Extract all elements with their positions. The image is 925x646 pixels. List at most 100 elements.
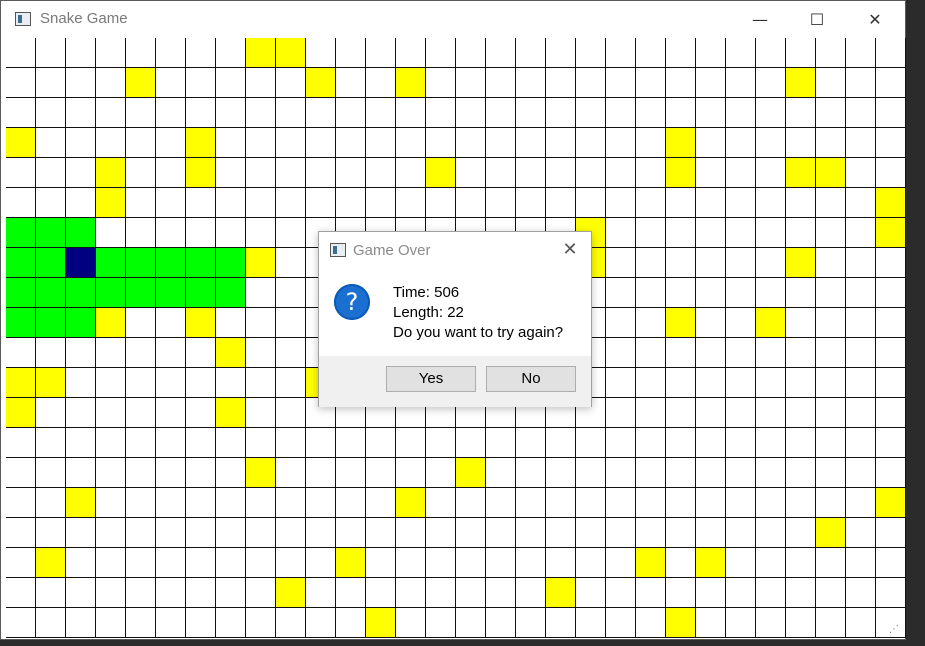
- food-cell: [186, 128, 216, 158]
- food-cell: [336, 548, 366, 578]
- food-cell: [426, 158, 456, 188]
- grid-line: [275, 38, 276, 638]
- grid-line: [185, 38, 186, 638]
- app-icon: [15, 12, 31, 26]
- snake-body-cell: [156, 278, 186, 308]
- try-again-prompt: Do you want to try again?: [393, 324, 564, 341]
- title-bar[interactable]: Snake Game — ☐ ✕: [1, 1, 905, 38]
- snake-body-cell: [96, 248, 126, 278]
- snake-body-cell: [216, 278, 246, 308]
- grid-line: [845, 38, 846, 638]
- food-cell: [666, 308, 696, 338]
- food-cell: [546, 578, 576, 608]
- no-button[interactable]: No: [486, 366, 576, 392]
- food-cell: [816, 518, 846, 548]
- food-cell: [786, 248, 816, 278]
- snake-body-cell: [186, 248, 216, 278]
- grid-line: [725, 38, 726, 638]
- dialog-app-icon: [330, 243, 346, 257]
- grid-line: [785, 38, 786, 638]
- snake-body-cell: [186, 278, 216, 308]
- food-cell: [666, 158, 696, 188]
- grid-line: [6, 97, 906, 98]
- grid-line: [755, 38, 756, 638]
- snake-body-cell: [36, 248, 66, 278]
- snake-body-cell: [6, 308, 36, 338]
- grid-line: [6, 517, 906, 518]
- grid-line: [305, 38, 306, 638]
- food-cell: [636, 548, 666, 578]
- food-cell: [666, 608, 696, 638]
- grid-line: [6, 127, 906, 128]
- snake-body-cell: [6, 248, 36, 278]
- snake-body-cell: [6, 278, 36, 308]
- grid-line: [815, 38, 816, 638]
- food-cell: [186, 158, 216, 188]
- food-cell: [36, 548, 66, 578]
- food-cell: [666, 128, 696, 158]
- snake-body-cell: [66, 308, 96, 338]
- grid-line: [875, 38, 876, 638]
- grid-line: [6, 487, 906, 488]
- grid-line: [6, 607, 906, 608]
- grid-line: [215, 38, 216, 638]
- snake-body-cell: [216, 248, 246, 278]
- food-cell: [186, 308, 216, 338]
- food-cell: [396, 488, 426, 518]
- grid-line: [6, 157, 906, 158]
- food-cell: [396, 68, 426, 98]
- grid-line: [95, 38, 96, 638]
- food-cell: [876, 218, 906, 248]
- grid-line: [125, 38, 126, 638]
- snake-body-cell: [96, 278, 126, 308]
- grid-line: [6, 187, 906, 188]
- snake-body-cell: [36, 308, 66, 338]
- snake-body-cell: [126, 278, 156, 308]
- snake-body-cell: [36, 278, 66, 308]
- maximize-button[interactable]: ☐: [788, 1, 846, 38]
- food-cell: [246, 248, 276, 278]
- dialog-close-button[interactable]: ✕: [557, 237, 583, 263]
- food-cell: [246, 458, 276, 488]
- food-cell: [216, 398, 246, 428]
- minimize-button[interactable]: —: [731, 1, 789, 38]
- snake-head-cell: [66, 248, 96, 278]
- food-cell: [876, 488, 906, 518]
- grid-line: [665, 38, 666, 638]
- snake-body-cell: [66, 218, 96, 248]
- yes-button[interactable]: Yes: [386, 366, 476, 392]
- close-button[interactable]: ✕: [846, 1, 904, 38]
- food-cell: [786, 68, 816, 98]
- food-cell: [366, 608, 396, 638]
- dialog-message: Time: 506 Length: 22 Do you want to try …: [393, 283, 563, 343]
- food-cell: [456, 458, 486, 488]
- grid-line: [695, 38, 696, 638]
- grid-line: [245, 38, 246, 638]
- question-icon: ?: [334, 284, 370, 320]
- dialog-title-bar[interactable]: Game Over ✕: [319, 232, 591, 268]
- grid-line: [6, 637, 906, 638]
- dialog-button-bar: Yes No: [319, 356, 591, 407]
- time-text: Time: 506: [393, 284, 460, 301]
- food-cell: [96, 308, 126, 338]
- length-text: Length: 22: [393, 304, 464, 321]
- food-cell: [786, 158, 816, 188]
- food-cell: [306, 68, 336, 98]
- snake-body-cell: [6, 218, 36, 248]
- grid-line: [6, 457, 906, 458]
- grid-line: [6, 217, 906, 218]
- food-cell: [6, 398, 36, 428]
- dialog-title: Game Over: [353, 242, 431, 259]
- food-cell: [216, 338, 246, 368]
- snake-body-cell: [156, 248, 186, 278]
- snake-body-cell: [126, 248, 156, 278]
- food-cell: [126, 68, 156, 98]
- food-cell: [96, 188, 126, 218]
- food-cell: [6, 368, 36, 398]
- grid-line: [65, 38, 66, 638]
- food-cell: [816, 158, 846, 188]
- resize-grip-icon[interactable]: ⋰: [889, 624, 899, 635]
- grid-line: [905, 38, 906, 638]
- food-cell: [756, 308, 786, 338]
- grid-line: [605, 38, 606, 638]
